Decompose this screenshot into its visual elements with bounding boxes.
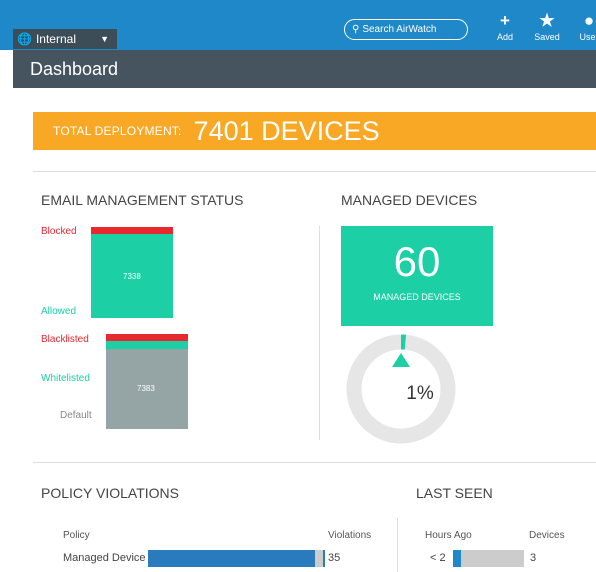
top-navigation-bar: 🌐 Internal ▼ ⚲ Search AirWatch + Add ★ Sa… (0, 0, 596, 50)
donut-pointer (392, 353, 410, 367)
managed-percent-label: 1% (406, 383, 434, 404)
total-deployment-banner: TOTAL DEPLOYMENT: 7401 DEVICES (33, 112, 596, 150)
star-icon: ★ (539, 11, 555, 30)
devices-count: 3 (530, 552, 537, 564)
blocked-label: Blocked (41, 226, 77, 237)
user-icon: ● (583, 11, 595, 30)
plus-icon: + (500, 11, 510, 30)
managed-devices-count: 60 (393, 238, 441, 285)
search-placeholder: Search AirWatch (362, 24, 437, 35)
whitelisted-label: Whitelisted (41, 373, 90, 384)
default-label: Default (60, 410, 92, 421)
last-seen-title: LAST SEEN (416, 485, 493, 501)
devices-column-header: Devices (529, 530, 565, 541)
hours-ago-column-header: Hours Ago (425, 530, 472, 541)
managed-devices-tile[interactable]: 60 MANAGED DEVICES (341, 226, 493, 326)
page-title: Dashboard (13, 50, 596, 88)
user-button[interactable]: ● User (571, 11, 596, 43)
managed-devices-title: MANAGED DEVICES (341, 192, 478, 208)
hours-ago-value: < 2 (430, 552, 446, 564)
globe-icon: 🌐 (17, 32, 32, 46)
violations-bar (148, 550, 325, 567)
vertical-divider (319, 226, 320, 440)
violations-bar-remainder (315, 550, 323, 567)
dashboard-content: TOTAL DEPLOYMENT: 7401 DEVICES EMAIL MAN… (13, 88, 596, 572)
blacklisted-label: Blacklisted (41, 334, 89, 345)
policy-name: Managed Device (63, 552, 146, 564)
blocked-bar[interactable] (91, 227, 173, 234)
default-value: 7383 (137, 384, 155, 393)
divider (33, 171, 596, 172)
add-button[interactable]: + Add (487, 11, 523, 43)
chevron-down-icon: ▼ (100, 34, 109, 44)
email-status-title: EMAIL MANAGEMENT STATUS (41, 192, 244, 208)
blacklisted-bar[interactable] (106, 334, 188, 341)
saved-button[interactable]: ★ Saved (529, 11, 565, 43)
search-icon: ⚲ (352, 24, 360, 35)
policy-violations-title: POLICY VIOLATIONS (41, 485, 179, 501)
organization-label: Internal (35, 32, 76, 46)
allowed-value: 7338 (123, 272, 141, 281)
add-button-label: Add (496, 32, 513, 42)
search-input[interactable]: ⚲ Search AirWatch (344, 19, 468, 40)
whitelisted-bar[interactable] (106, 341, 188, 349)
managed-devices-count-label: MANAGED DEVICES (373, 292, 461, 302)
last-seen-bar-remainder (461, 550, 524, 567)
user-button-label: User (579, 32, 596, 42)
allowed-label: Allowed (41, 306, 77, 317)
vertical-divider (397, 518, 398, 572)
violations-count: 35 (328, 552, 341, 564)
last-seen-bar (453, 550, 461, 567)
policy-column-header: Policy (63, 530, 90, 541)
saved-button-label: Saved (534, 32, 560, 42)
total-deployment-value: 7401 DEVICES (193, 115, 380, 146)
total-deployment-label: TOTAL DEPLOYMENT: (53, 124, 182, 138)
violations-column-header: Violations (328, 530, 372, 541)
organization-selector[interactable]: 🌐 Internal ▼ (13, 29, 117, 49)
divider (33, 462, 596, 463)
